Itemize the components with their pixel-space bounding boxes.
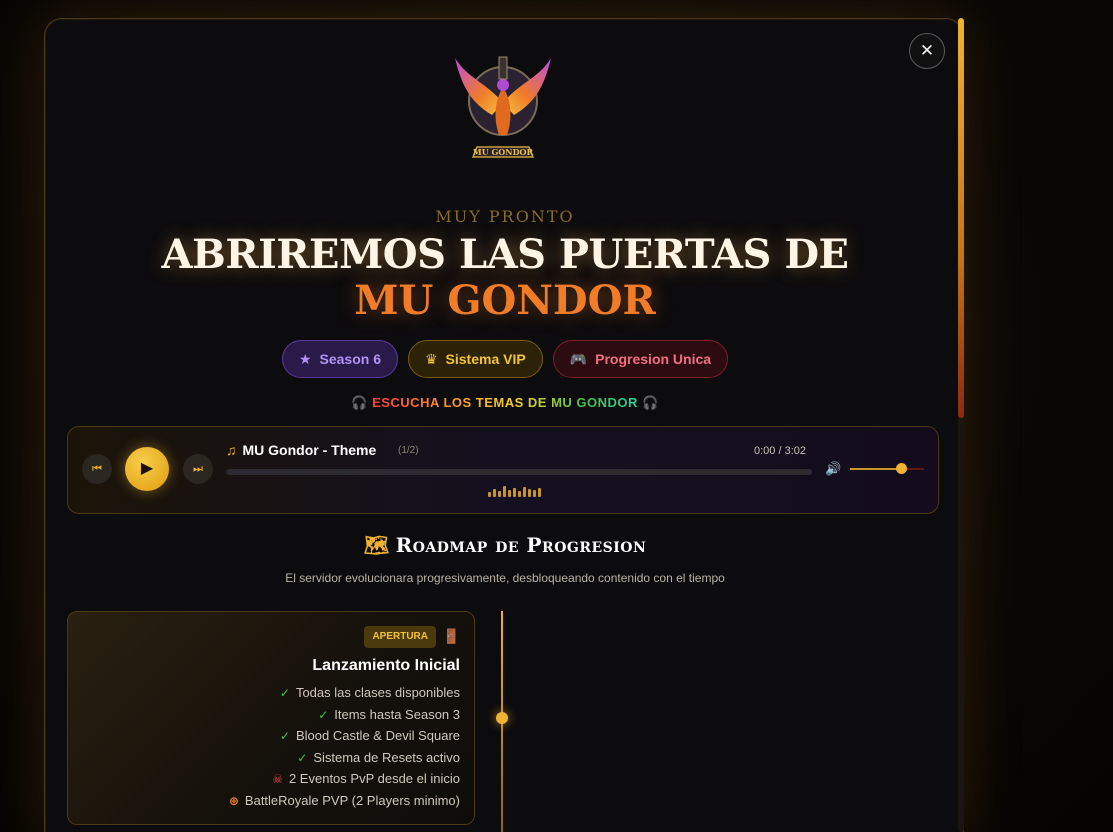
headphones-icon: 🎧: [642, 395, 659, 410]
feature-item: ☠ 2 Eventos PvP desde el inicio: [272, 771, 460, 786]
skull-icon: ☠: [272, 771, 283, 786]
hero-title-line2: MU GONDOR: [354, 277, 656, 324]
coming-soon-eyebrow: MUY PRONTO: [435, 207, 575, 226]
badge-label: Sistema VIP: [445, 351, 526, 367]
track-time: 0:00 / 3:02: [754, 445, 806, 457]
volume-knob[interactable]: [895, 463, 907, 474]
scrollbar-thumb[interactable]: [958, 18, 964, 418]
check-icon: ✓: [279, 728, 290, 743]
badge-label: Season 6: [319, 351, 381, 367]
feature-badges: ★ Season 6 ♛ Sistema VIP 🎮 Progresion Un…: [45, 340, 963, 378]
door-icon: 🚪: [442, 628, 460, 644]
scrollbar[interactable]: [958, 18, 964, 832]
play-button[interactable]: ▶: [125, 447, 169, 491]
svg-text:MU GONDOR: MU GONDOR: [473, 147, 534, 157]
phase-tag: APERTURA: [364, 626, 436, 648]
volume-icon[interactable]: 🔊: [825, 461, 841, 477]
feature-item: ✓ Blood Castle & Devil Square: [279, 728, 460, 743]
track-progress-bar[interactable]: [226, 469, 812, 475]
music-note-icon: ♫: [226, 442, 237, 458]
card-title: Lanzamiento Inicial: [312, 657, 460, 674]
roadmap-title: 🗺 Roadmap de Progresion: [363, 533, 647, 557]
close-button[interactable]: ✕: [909, 33, 945, 69]
previous-track-button[interactable]: ⏮: [82, 454, 112, 484]
track-count: (1/2): [398, 445, 419, 456]
listen-text: ESCUCHA LOS TEMAS DE MU GONDOR: [372, 395, 638, 410]
volume-fill: [850, 468, 902, 470]
volume-slider[interactable]: [850, 468, 924, 470]
feature-item: ✓ Items hasta Season 3: [318, 707, 460, 722]
music-player: ⏮ ▶ ⏭ ♫ MU Gondor - Theme (1/2) 0:00 / 3:…: [67, 426, 939, 514]
badge-progression: 🎮 Progresion Unica: [552, 340, 729, 378]
roadmap-card: APERTURA 🚪 Lanzamiento Inicial ✓ Todas l…: [67, 611, 475, 825]
equalizer-visualizer: [488, 485, 541, 497]
next-track-button[interactable]: ⏭: [183, 454, 213, 484]
gamepad-icon: 🎮: [569, 350, 588, 367]
badge-vip: ♛ Sistema VIP: [407, 340, 543, 378]
headphones-icon: 🎧: [351, 395, 368, 410]
listen-heading: 🎧 ESCUCHA LOS TEMAS DE MU GONDOR 🎧: [45, 395, 963, 411]
feature-item: ✓ Sistema de Resets activo: [297, 750, 460, 765]
feature-item: ⊕ BattleRoyale PVP (2 Players minimo): [228, 793, 460, 808]
star-icon: ★: [298, 350, 312, 367]
roadmap-subtitle: El servidor evolucionara progresivamente…: [285, 571, 725, 585]
feature-item: ✓ Todas las clases disponibles: [279, 685, 460, 700]
crosshair-icon: ⊕: [228, 793, 239, 808]
timeline-dot: [496, 712, 508, 724]
hero-title-line1: ABRIREMOS LAS PUERTAS DE: [161, 231, 849, 278]
track-title: ♫ MU Gondor - Theme: [226, 442, 377, 458]
crown-icon: ♛: [424, 350, 438, 367]
map-icon: 🗺: [363, 533, 390, 557]
badge-label: Progresion Unica: [595, 351, 712, 367]
announcement-modal: ✕ MU GONDOR MUY PRONTO ABRIREMOS LAS PUE…: [44, 18, 964, 832]
badge-season: ★ Season 6: [281, 340, 398, 378]
check-icon: ✓: [318, 707, 329, 722]
check-icon: ✓: [279, 685, 290, 700]
mu-gondor-logo: MU GONDOR: [455, 56, 551, 158]
check-icon: ✓: [297, 750, 308, 765]
